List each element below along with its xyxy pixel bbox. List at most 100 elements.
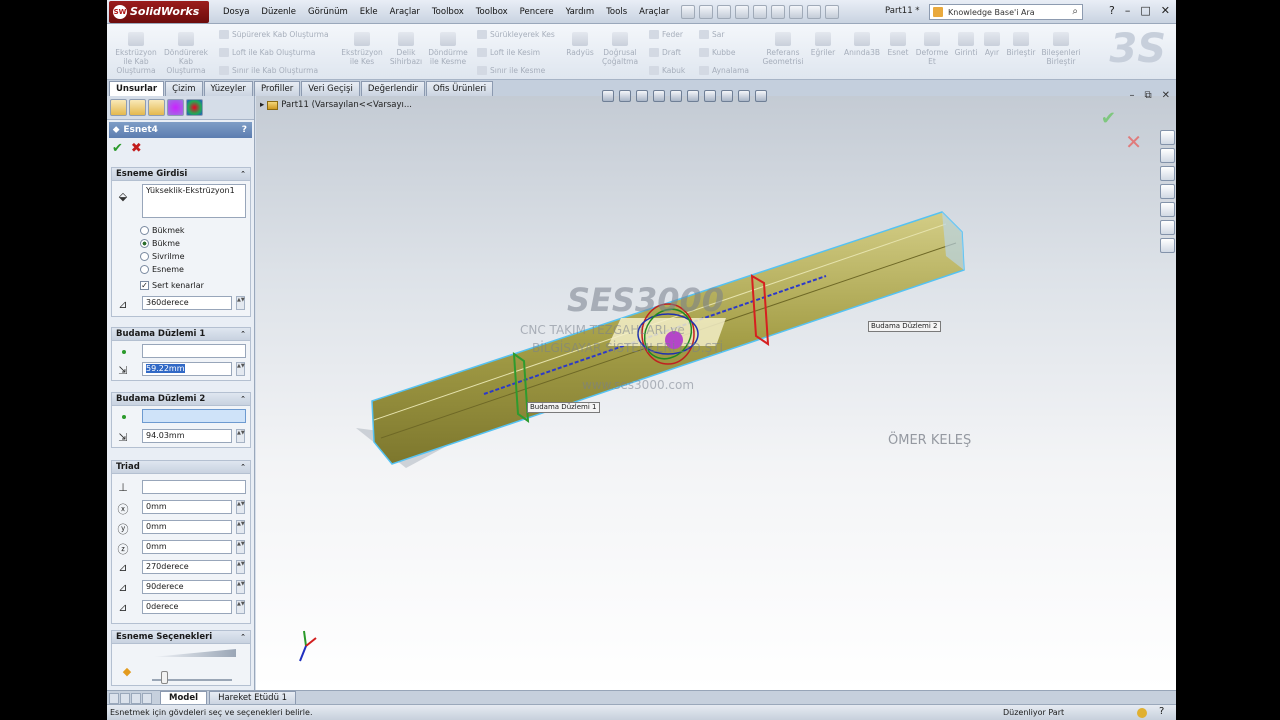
collapse-icon[interactable]: ⌃ — [240, 395, 246, 403]
first-tab-icon[interactable] — [109, 693, 119, 704]
triad-rx-field[interactable]: 270derece — [142, 560, 232, 574]
menu-duzenle[interactable]: Düzenle — [255, 7, 302, 17]
rib-button[interactable]: Feder — [649, 30, 683, 39]
select-icon[interactable] — [789, 4, 804, 19]
tab-yuzeyler[interactable]: Yüzeyler — [203, 81, 253, 96]
display-manager-icon[interactable] — [186, 99, 203, 116]
new-icon[interactable] — [699, 4, 714, 19]
undo-icon[interactable] — [771, 4, 786, 19]
fillet-button[interactable]: Radyüs — [563, 32, 597, 57]
tab-ofis-urunleri[interactable]: Ofis Ürünleri — [425, 81, 494, 96]
trim-plane-2-spinner[interactable]: ▲▼ — [236, 429, 245, 443]
swept-cut-button[interactable]: Sürükleyerek Kes — [477, 30, 555, 39]
accuracy-slider[interactable] — [161, 671, 168, 684]
rebuild-icon[interactable] — [807, 4, 822, 19]
dimxpert-icon[interactable] — [167, 99, 184, 116]
option-bend[interactable]: Bükme — [140, 239, 180, 248]
boundary-boss-button[interactable]: Sınır ile Kab Oluşturma — [219, 66, 318, 75]
extrude-cut-button[interactable]: Ekstrüzyon ile Kes — [337, 32, 387, 66]
split-button[interactable]: Ayır — [981, 32, 1003, 57]
option-stretch[interactable]: Esneme — [140, 265, 184, 274]
last-tab-icon[interactable] — [142, 693, 152, 704]
bodies-list[interactable]: Yükseklik-Ekstrüzyon1 — [142, 184, 246, 218]
search-icon[interactable]: ⌕ — [1072, 6, 1078, 17]
menu-dosya[interactable]: Dosya — [217, 7, 255, 17]
close-button[interactable]: ✕ — [1161, 4, 1170, 17]
collapse-icon[interactable]: ⌃ — [240, 633, 246, 641]
trim-plane-1-reference[interactable] — [142, 344, 246, 358]
revolve-boss-button[interactable]: Döndürerek Kab Oluşturma — [163, 32, 209, 75]
shell-button[interactable]: Kabuk — [649, 66, 685, 75]
triad-z-field[interactable]: 0mm — [142, 540, 232, 554]
tab-cizim[interactable]: Çizim — [165, 81, 203, 96]
menu-pencere[interactable]: Pencere — [514, 7, 560, 17]
save-icon[interactable] — [735, 4, 750, 19]
revolve-cut-button[interactable]: Döndürme ile Kesme — [425, 32, 471, 66]
hard-edges-checkbox[interactable]: ✓ Sert kenarlar — [140, 281, 204, 290]
trim-plane-2-distance[interactable]: 94.03mm — [142, 429, 232, 443]
indent-button[interactable]: Girinti — [951, 32, 981, 57]
tab-model[interactable]: Model — [160, 691, 208, 704]
collapse-icon[interactable]: ⌃ — [240, 170, 246, 178]
next-tab-icon[interactable] — [131, 693, 141, 704]
triad-x-field[interactable]: 0mm — [142, 500, 232, 514]
menu-toolbox-2[interactable]: Toolbox — [470, 7, 514, 17]
loft-boss-button[interactable]: Loft ile Kab Oluşturma — [219, 48, 315, 57]
knowledge-base-search[interactable]: Knowledge Base'i Ara ⌕ — [929, 4, 1083, 20]
tab-motion-study[interactable]: Hareket Etüdü 1 — [209, 691, 297, 704]
trim-plane-1-distance[interactable]: 59.22mm — [142, 362, 232, 376]
group-header[interactable]: Budama Düzlemi 2 ⌃ — [112, 393, 250, 406]
deform-button[interactable]: Deforme Et — [915, 32, 949, 66]
triad-reference-field[interactable] — [142, 480, 246, 494]
triad-rz-field[interactable]: 0derece — [142, 600, 232, 614]
graphics-area[interactable]: ▸ Part11 (Varsayılan<<Varsayı... – ⧉ ✕ ✔ … — [256, 90, 1176, 690]
minimize-button[interactable]: – — [1125, 4, 1131, 17]
group-header[interactable]: Esneme Girdisi ⌃ — [112, 168, 250, 181]
menu-yardim[interactable]: Yardım — [560, 7, 601, 17]
triad-x-spinner[interactable]: ▲▼ — [236, 500, 245, 514]
help-button[interactable]: ? — [1109, 4, 1115, 17]
status-help-icon[interactable]: ? — [1159, 706, 1164, 717]
reference-geometry-button[interactable]: Referans Geometrisi — [757, 32, 809, 66]
print-icon[interactable] — [753, 4, 768, 19]
solidworks-logo[interactable]: SW SolidWorks — [109, 0, 209, 23]
collapse-icon[interactable]: ⌃ — [240, 330, 246, 338]
triad-rx-spinner[interactable]: ▲▼ — [236, 560, 245, 574]
menu-ekle[interactable]: Ekle — [354, 7, 384, 17]
tab-degerlendir[interactable]: Değerlendir — [360, 81, 425, 96]
triad-y-spinner[interactable]: ▲▼ — [236, 520, 245, 534]
triad-ry-spinner[interactable]: ▲▼ — [236, 580, 245, 594]
combine-button[interactable]: Birleştir — [1005, 32, 1037, 57]
triad-rz-spinner[interactable]: ▲▼ — [236, 600, 245, 614]
trim-plane-1-label[interactable]: Budama Düzlemi 1 — [527, 402, 600, 413]
sweep-boss-button[interactable]: Süpürerek Kab Oluşturma — [219, 30, 329, 39]
cancel-button[interactable]: ✖ — [131, 141, 142, 156]
flex-button[interactable]: Esnet — [883, 32, 913, 57]
option-taper[interactable]: Sivrilme — [140, 252, 184, 261]
trim-plane-1-spinner[interactable]: ▲▼ — [236, 362, 245, 376]
wrap-button[interactable]: Sar — [699, 30, 724, 39]
instant3d-button[interactable]: Anında3B — [841, 32, 883, 57]
angle-spinner[interactable]: ▲▼ — [236, 296, 245, 310]
triad-ry-field[interactable]: 90derece — [142, 580, 232, 594]
angle-field[interactable]: 360derece — [142, 296, 232, 310]
tab-profiller[interactable]: Profiller — [253, 81, 301, 96]
group-header[interactable]: Triad ⌃ — [112, 461, 250, 474]
mirror-button[interactable]: Aynalama — [699, 66, 749, 75]
prev-tab-icon[interactable] — [120, 693, 130, 704]
triad-y-field[interactable]: 0mm — [142, 520, 232, 534]
menu-araclar-2[interactable]: Araçlar — [633, 7, 675, 17]
hole-wizard-button[interactable]: Delik Sihirbazı — [389, 32, 423, 66]
open-icon[interactable] — [717, 4, 732, 19]
curves-button[interactable]: Eğriler — [809, 32, 837, 57]
menu-toolbox[interactable]: Toolbox — [426, 7, 470, 17]
boundary-cut-button[interactable]: Sınır ile Kesme — [477, 66, 545, 75]
options-icon[interactable] — [825, 4, 840, 19]
menu-tools[interactable]: Tools — [600, 7, 633, 17]
configuration-manager-icon[interactable] — [148, 99, 165, 116]
triad-z-spinner[interactable]: ▲▼ — [236, 540, 245, 554]
draft-button[interactable]: Draft — [649, 48, 681, 57]
tab-veri-gecisi[interactable]: Veri Geçişi — [301, 81, 360, 96]
pin-icon[interactable] — [681, 4, 696, 19]
linear-pattern-button[interactable]: Doğrusal Çoğaltma — [599, 32, 641, 66]
